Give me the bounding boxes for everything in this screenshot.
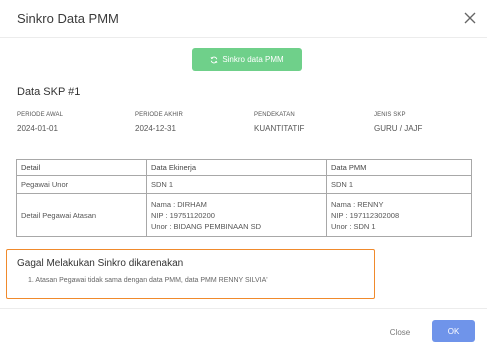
comparison-table: Detail Data Ekinerja Data PMM Pegawai Un… bbox=[16, 159, 472, 237]
periode-akhir-value: 2024-12-31 bbox=[135, 124, 176, 133]
pmm-nama: Nama : RENNY bbox=[331, 199, 384, 209]
jenis-skp-value: GURU / JAJF bbox=[374, 124, 423, 133]
pendekatan-label: PENDEKATAN bbox=[254, 112, 295, 118]
footer-divider bbox=[0, 308, 487, 309]
ekinerja-nama: Nama : DIRHAM bbox=[151, 199, 207, 209]
table-row: Pegawai Unor SDN 1 SDN 1 bbox=[16, 175, 472, 194]
sync-modal: Sinkro Data PMM Sinkro data PMM Data SKP… bbox=[0, 0, 487, 357]
cell-pmm: Nama : RENNY NIP : 197112302008 Unor : S… bbox=[326, 193, 472, 237]
close-button[interactable]: Close bbox=[380, 322, 420, 342]
sync-icon bbox=[210, 56, 218, 63]
periode-akhir-label: PERIODE AKHIR bbox=[135, 112, 183, 118]
table-row: Detail Pegawai Atasan Nama : DIRHAM NIP … bbox=[16, 193, 472, 237]
ekinerja-nip: NIP : 19751120200 bbox=[151, 210, 215, 220]
header-pmm: Data PMM bbox=[326, 159, 472, 176]
error-box: Gagal Melakukan Sinkro dikarenakan 1. At… bbox=[6, 249, 375, 299]
modal-title: Sinkro Data PMM bbox=[17, 11, 119, 26]
modal-header: Sinkro Data PMM bbox=[0, 0, 487, 38]
pmm-nip: NIP : 197112302008 bbox=[331, 210, 400, 220]
cell-pmm: SDN 1 bbox=[326, 175, 472, 194]
periode-awal-value: 2024-01-01 bbox=[17, 124, 58, 133]
cell-detail: Detail Pegawai Atasan bbox=[16, 193, 147, 237]
jenis-skp-label: JENIS SKP bbox=[374, 112, 406, 118]
pmm-unor: Unor : SDN 1 bbox=[331, 221, 376, 231]
ekinerja-unor: Unor : BIDANG PEMBINAAN SD bbox=[151, 221, 262, 231]
table-header-row: Detail Data Ekinerja Data PMM bbox=[16, 159, 472, 176]
sync-pmm-button-label: Sinkro data PMM bbox=[222, 55, 284, 64]
cell-ekinerja: Nama : DIRHAM NIP : 19751120200 Unor : B… bbox=[146, 193, 327, 237]
close-icon[interactable] bbox=[463, 11, 477, 25]
error-item: 1. Atasan Pegawai tidak sama dengan data… bbox=[28, 277, 268, 284]
header-ekinerja: Data Ekinerja bbox=[146, 159, 327, 176]
ok-button[interactable]: OK bbox=[432, 320, 475, 342]
cell-detail: Pegawai Unor bbox=[16, 175, 147, 194]
error-title: Gagal Melakukan Sinkro dikarenakan bbox=[17, 258, 184, 269]
periode-awal-label: PERIODE AWAL bbox=[17, 112, 64, 118]
header-detail: Detail bbox=[16, 159, 147, 176]
sync-pmm-button[interactable]: Sinkro data PMM bbox=[192, 48, 302, 71]
cell-ekinerja: SDN 1 bbox=[146, 175, 327, 194]
pendekatan-value: KUANTITATIF bbox=[254, 124, 305, 133]
skp-heading: Data SKP #1 bbox=[17, 86, 81, 98]
